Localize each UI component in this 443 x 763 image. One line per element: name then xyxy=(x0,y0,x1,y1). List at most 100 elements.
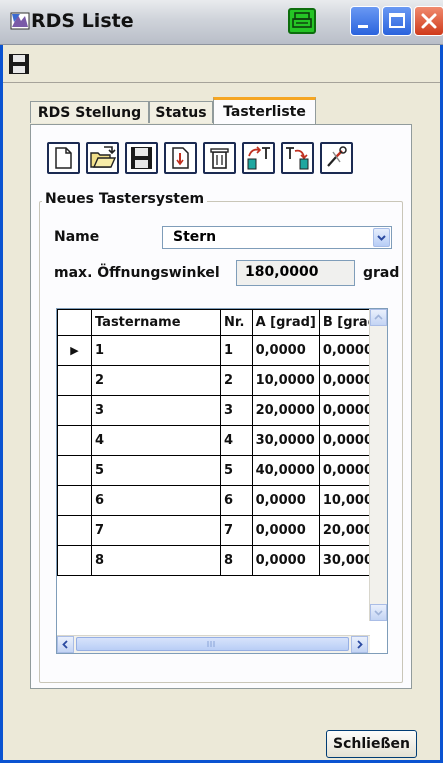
row-indicator xyxy=(57,365,92,396)
table-row[interactable]: 6 6 0,0000 10,0000 xyxy=(57,485,387,516)
table-cell[interactable]: 3 xyxy=(90,395,222,426)
table-cell[interactable]: 10,0000 xyxy=(251,365,320,396)
table-cell[interactable]: 6 xyxy=(90,485,222,516)
probe-transfer-out-icon xyxy=(247,146,270,170)
import-button[interactable] xyxy=(164,142,197,174)
probe-export-button[interactable] xyxy=(242,142,275,174)
horizontal-scroll-thumb[interactable] xyxy=(76,637,349,651)
save-icon[interactable] xyxy=(7,52,31,76)
scroll-right-button[interactable] xyxy=(351,636,368,653)
column-header[interactable]: Tastername xyxy=(90,309,222,336)
grip-icon xyxy=(207,641,215,647)
chevron-right-icon xyxy=(357,640,363,649)
new-button[interactable] xyxy=(47,142,80,174)
table-cell[interactable]: 20,0000 xyxy=(251,395,320,426)
row-indicator xyxy=(57,515,92,546)
row-indicator xyxy=(57,545,92,576)
tab-tasterliste[interactable]: Tasterliste xyxy=(213,97,316,125)
delete-button[interactable] xyxy=(203,142,236,174)
print-icon xyxy=(292,12,312,28)
app-window: RDS Liste RDS Stellung Status Tasterlist… xyxy=(0,0,443,763)
table-cell[interactable]: 3 xyxy=(220,395,253,426)
table-cell[interactable]: 7 xyxy=(90,515,222,546)
row-indicator-header xyxy=(57,309,92,336)
max-angle-field[interactable]: 180,0000 xyxy=(236,260,355,286)
import-icon xyxy=(172,147,189,169)
maximize-icon xyxy=(389,13,405,28)
table-row[interactable]: 2 2 10,0000 0,0000 xyxy=(57,365,387,396)
table-cell[interactable]: 40,0000 xyxy=(251,455,320,486)
row-indicator xyxy=(57,395,92,426)
table-cell[interactable]: 1 xyxy=(220,335,253,366)
tab-rds-stellung[interactable]: RDS Stellung xyxy=(30,101,149,123)
table-cell[interactable]: 8 xyxy=(220,545,253,576)
app-icon xyxy=(10,12,30,30)
max-angle-value: 180,0000 xyxy=(245,264,319,280)
name-select-dropdown-button[interactable] xyxy=(373,228,390,247)
save-file-icon xyxy=(131,147,152,169)
table-cell[interactable]: 6 xyxy=(220,485,253,516)
angle-unit-label: grad xyxy=(363,265,400,281)
table-header-row: Tastername Nr. A [grad] B [grad] xyxy=(57,309,387,336)
vertical-scrollbar[interactable] xyxy=(369,309,387,621)
table-row[interactable]: 5 5 40,0000 0,0000 xyxy=(57,455,387,486)
title-bar[interactable]: RDS Liste xyxy=(0,0,443,45)
save-button[interactable] xyxy=(125,142,158,174)
tab-status[interactable]: Status xyxy=(149,101,213,123)
name-select-value: Stern xyxy=(173,229,217,245)
minimize-button[interactable] xyxy=(350,6,380,36)
chevron-down-icon xyxy=(374,610,383,616)
name-label: Name xyxy=(54,229,100,245)
table-cell[interactable]: 4 xyxy=(90,425,222,456)
maximize-button[interactable] xyxy=(382,6,412,36)
name-select[interactable]: Stern xyxy=(162,226,392,249)
table-cell[interactable]: 0,0000 xyxy=(251,515,320,546)
chevron-down-icon xyxy=(377,235,386,241)
row-pointer-icon: ▶ xyxy=(70,344,79,357)
settings-button[interactable] xyxy=(320,142,353,174)
horizontal-scrollbar[interactable] xyxy=(57,635,370,653)
new-file-icon xyxy=(55,147,72,169)
settings-tool-icon xyxy=(327,146,347,167)
column-header[interactable]: A [grad] xyxy=(251,309,320,336)
table-cell[interactable]: 2 xyxy=(90,365,222,396)
table-row[interactable]: 8 8 0,0000 30,0000 xyxy=(57,545,387,576)
table-cell[interactable]: 0,0000 xyxy=(251,485,320,516)
row-indicator xyxy=(57,425,92,456)
table-cell[interactable]: 30,0000 xyxy=(251,425,320,456)
scroll-down-button[interactable] xyxy=(370,604,387,621)
window-title: RDS Liste xyxy=(31,10,134,32)
table-cell[interactable]: 8 xyxy=(90,545,222,576)
main-toolbar xyxy=(3,44,440,83)
close-window-button[interactable] xyxy=(414,6,443,36)
max-angle-label: max. Öffnungswinkel xyxy=(54,265,220,281)
open-button[interactable] xyxy=(86,142,119,174)
print-button[interactable] xyxy=(288,8,316,34)
column-header[interactable]: Nr. xyxy=(220,309,253,336)
tasterliste-panel: Neues Tastersystem Name Stern max. Öffnu… xyxy=(30,124,412,689)
scroll-up-button[interactable] xyxy=(370,309,387,326)
table-cell[interactable]: 4 xyxy=(220,425,253,456)
scroll-left-button[interactable] xyxy=(57,636,74,653)
table-cell[interactable]: 2 xyxy=(220,365,253,396)
table-cell[interactable]: 0,0000 xyxy=(251,335,320,366)
table-cell[interactable]: 5 xyxy=(220,455,253,486)
table-cell[interactable]: 5 xyxy=(90,455,222,486)
table-row[interactable]: 4 4 30,0000 0,0000 xyxy=(57,425,387,456)
table-row[interactable]: ▶ 1 1 0,0000 0,0000 xyxy=(57,335,387,366)
chevron-left-icon xyxy=(62,640,68,649)
schliessen-button[interactable]: Schließen xyxy=(326,730,417,758)
table-cell[interactable]: 7 xyxy=(220,515,253,546)
probe-transfer-in-icon xyxy=(286,147,309,170)
row-indicator xyxy=(57,455,92,486)
table-cell[interactable]: 0,0000 xyxy=(251,545,320,576)
table-cell[interactable]: 1 xyxy=(90,335,222,366)
delete-icon xyxy=(210,148,229,169)
chevron-up-icon xyxy=(374,314,383,320)
minimize-icon xyxy=(358,25,368,28)
taster-table[interactable]: Tastername Nr. A [grad] B [grad] ▶ 1 1 0… xyxy=(56,308,388,654)
neues-tastersystem-group: Neues Tastersystem Name Stern max. Öffnu… xyxy=(39,191,403,683)
table-row[interactable]: 3 3 20,0000 0,0000 xyxy=(57,395,387,426)
table-row[interactable]: 7 7 0,0000 20,0000 xyxy=(57,515,387,546)
probe-import-button[interactable] xyxy=(281,142,314,174)
